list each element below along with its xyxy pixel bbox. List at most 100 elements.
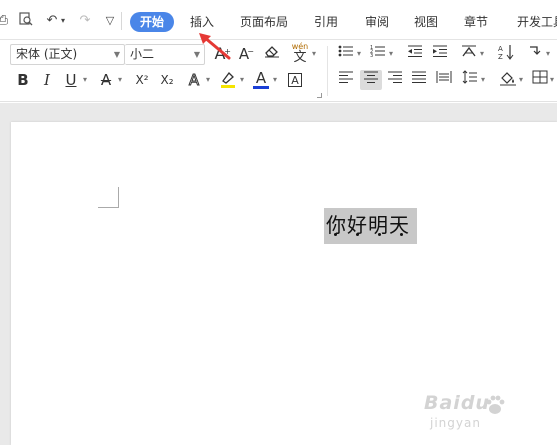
emphasis-dot	[356, 233, 359, 236]
baidu-watermark: Baidu jingyan	[424, 392, 554, 442]
tab-view[interactable]: 视图	[414, 12, 438, 32]
align-center-icon	[364, 71, 378, 83]
tab-page-layout[interactable]: 页面布局	[240, 12, 288, 32]
chevron-down-icon[interactable]: ▾	[546, 44, 550, 64]
underline-button[interactable]: U	[61, 70, 81, 90]
chevron-down-icon[interactable]: ▾	[481, 70, 485, 90]
sort-button[interactable]: AZ	[496, 44, 516, 64]
font-color-button[interactable]: A	[251, 68, 271, 89]
svg-text:A: A	[498, 45, 503, 53]
chevron-down-icon[interactable]: ▾	[550, 70, 554, 90]
print-preview-icon[interactable]: ⎙	[0, 12, 12, 30]
italic-button[interactable]: I	[37, 70, 57, 90]
line-spacing-button[interactable]	[460, 70, 480, 90]
chevron-down-icon: ▼	[113, 50, 120, 59]
font-color-icon: A	[255, 69, 267, 87]
show-hide-marks-button[interactable]	[525, 44, 545, 64]
redo-icon[interactable]: ↷	[76, 12, 94, 30]
chevron-down-icon[interactable]: ▾	[519, 70, 523, 90]
font-name-select[interactable]: 宋体 (正文) ▼	[10, 44, 125, 65]
document-text: 你好明天	[326, 213, 410, 237]
superscript-button[interactable]: X²	[130, 70, 154, 90]
emphasis-dot	[378, 233, 381, 236]
tab-home[interactable]: 开始	[130, 12, 175, 32]
page-margin-corner-mark	[98, 187, 119, 208]
justify-button[interactable]	[409, 70, 429, 90]
align-center-button[interactable]	[360, 70, 382, 90]
chevron-down-icon[interactable]: ▾	[206, 70, 210, 90]
font-name-value: 宋体 (正文)	[16, 47, 78, 61]
home-ribbon: 宋体 (正文) ▼ 小二 ▼ A + A − wén 文 ▾ B I U ▾ A ▾…	[0, 40, 557, 102]
outdent-icon	[408, 45, 422, 57]
justify-icon	[412, 71, 426, 83]
tab-review[interactable]: 审阅	[365, 12, 389, 32]
annotation-arrow-icon	[199, 33, 231, 60]
char-border-button[interactable]: A	[285, 70, 305, 90]
phonetic-char-label: 文	[293, 50, 307, 65]
paint-bucket-icon	[500, 72, 516, 86]
emphasis-dot	[334, 233, 337, 236]
tab-sections[interactable]: 章节	[464, 12, 488, 32]
text-effect-icon: A	[188, 71, 200, 90]
increase-indent-button[interactable]	[430, 44, 450, 64]
find-icon[interactable]	[17, 12, 35, 30]
font-size-value: 小二	[130, 47, 155, 61]
tab-insert[interactable]: 插入	[190, 12, 214, 32]
distributed-button[interactable]	[434, 70, 454, 90]
numbered-list-icon: 123	[370, 45, 385, 59]
clear-format-button[interactable]	[262, 44, 282, 64]
emphasis-dot	[400, 233, 403, 236]
line-spacing-icon	[462, 70, 477, 84]
chevron-down-icon[interactable]: ▾	[273, 70, 277, 90]
distributed-align-icon	[436, 71, 452, 83]
divider	[121, 12, 122, 30]
decrease-indent-button[interactable]	[405, 44, 425, 64]
paw-logo-icon	[486, 395, 505, 414]
align-left-icon	[339, 71, 353, 83]
align-right-button[interactable]	[385, 70, 405, 90]
align-right-icon	[388, 71, 402, 83]
phonetic-guide-button[interactable]: wén 文	[290, 42, 310, 65]
svg-text:Z: Z	[498, 53, 503, 60]
shrink-font-button[interactable]: A −	[234, 44, 254, 64]
chinese-layout-button[interactable]	[459, 44, 479, 64]
chevron-down-icon[interactable]: ▾	[240, 70, 244, 90]
selected-text[interactable]: 你好明天	[324, 208, 417, 244]
ribbon-tab-bar: ⎙ ↶ ▾ ↷ ▽ 开始 插入 页面布局 引用 审阅 视图 章节 开发工具	[0, 0, 557, 40]
font-dialog-launcher[interactable]	[317, 93, 322, 98]
subscript-button[interactable]: X₂	[155, 70, 179, 90]
chevron-down-icon[interactable]: ▾	[357, 44, 361, 64]
undo-dropdown-icon[interactable]: ▾	[58, 12, 68, 30]
chevron-down-icon[interactable]: ▾	[480, 44, 484, 64]
numbering-button[interactable]: 123	[368, 44, 388, 64]
tab-references[interactable]: 引用	[314, 12, 338, 32]
paragraph-mark-icon	[530, 46, 541, 55]
borders-button[interactable]	[530, 70, 550, 90]
bulleted-list-icon	[338, 45, 353, 57]
tab-developer[interactable]: 开发工具	[517, 12, 557, 32]
chevron-down-icon[interactable]: ▾	[312, 44, 316, 64]
divider	[327, 46, 328, 96]
chevron-down-icon[interactable]: ▾	[83, 70, 87, 90]
bold-button[interactable]: B	[13, 70, 33, 90]
customize-quick-access-icon[interactable]: ▽	[101, 12, 119, 30]
chevron-down-icon[interactable]: ▾	[118, 70, 122, 90]
watermark-brand: Baidu	[424, 392, 490, 414]
svg-text:3: 3	[370, 53, 373, 58]
eraser-icon	[265, 46, 279, 58]
sort-icon: AZ	[498, 45, 514, 61]
align-left-button[interactable]	[336, 70, 356, 90]
chevron-down-icon[interactable]: ▾	[389, 44, 393, 64]
indent-icon	[433, 45, 447, 57]
highlighter-icon	[221, 72, 235, 88]
bullets-button[interactable]	[336, 44, 356, 64]
watermark-sub: jingyan	[430, 416, 481, 430]
strikethrough-button[interactable]: A	[96, 70, 116, 90]
highlight-button[interactable]	[218, 70, 238, 90]
char-border-icon: A	[288, 73, 302, 87]
chinese-layout-icon	[462, 45, 476, 57]
shading-button[interactable]	[498, 70, 518, 90]
text-effect-button[interactable]: A	[184, 70, 204, 90]
font-size-select[interactable]: 小二 ▼	[125, 44, 205, 65]
borders-icon	[532, 70, 548, 84]
